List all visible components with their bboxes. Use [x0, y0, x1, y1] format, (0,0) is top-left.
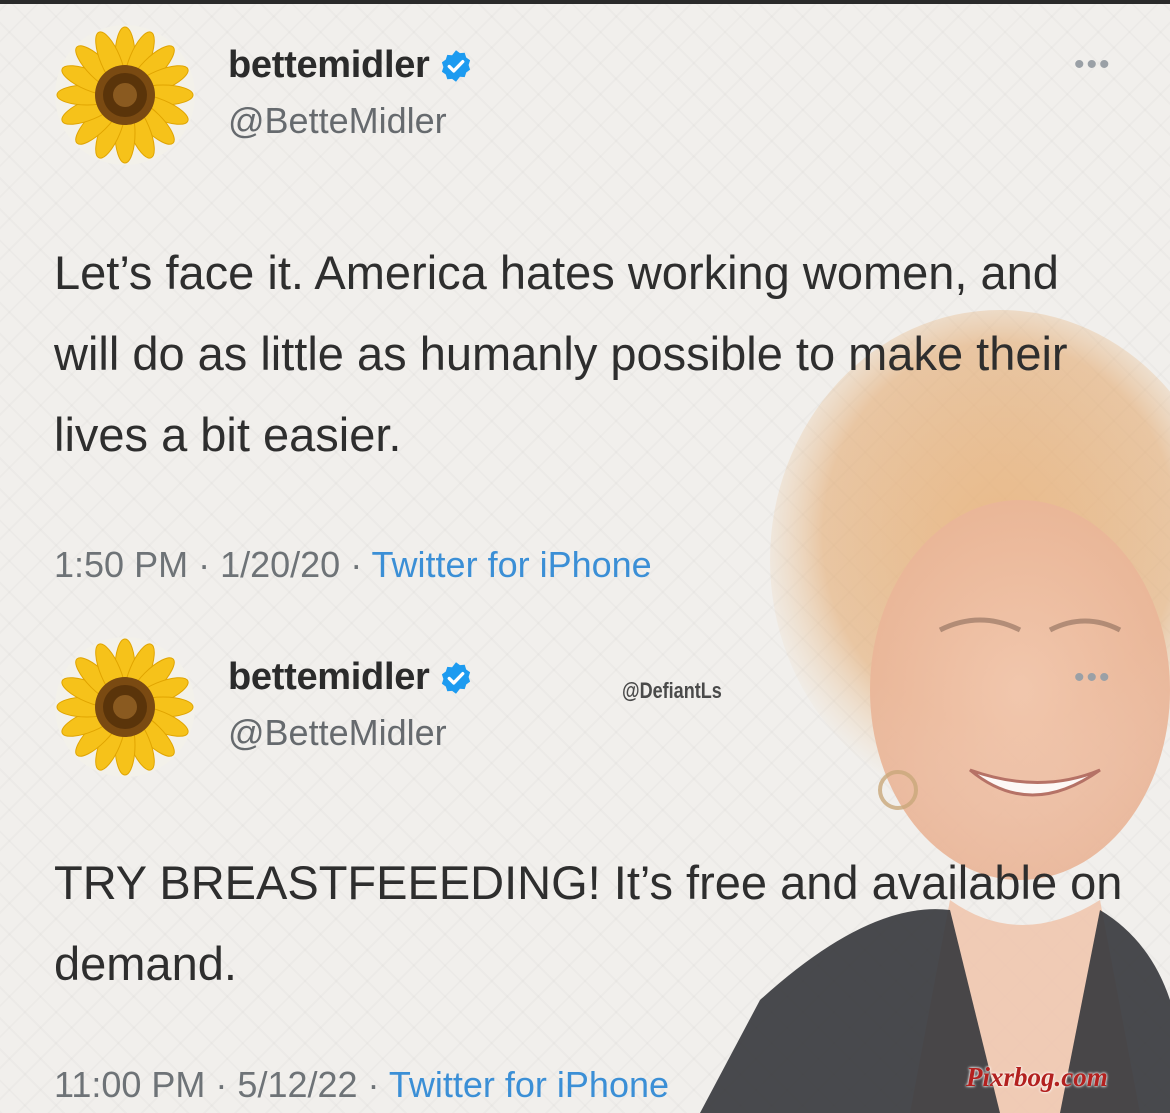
- tweet-date[interactable]: 1/20/20: [220, 544, 340, 585]
- display-name[interactable]: bettemidler: [228, 656, 430, 699]
- meta-separator: ·: [205, 1064, 238, 1105]
- tweet-meta: 1:50 PM · 1/20/20 · Twitter for iPhone: [54, 544, 652, 586]
- tweet-meta: 11:00 PM · 5/12/22 · Twitter for iPhone: [54, 1064, 669, 1106]
- verified-badge-icon: [441, 661, 470, 694]
- tweet-time[interactable]: 1:50 PM: [54, 544, 188, 585]
- meta-separator: ·: [188, 544, 221, 585]
- meta-separator: ·: [340, 544, 372, 585]
- tweet-date[interactable]: 5/12/22: [237, 1064, 357, 1105]
- site-watermark: Pixrbog.com: [966, 1062, 1108, 1092]
- tweet-source-link[interactable]: Twitter for iPhone: [372, 544, 652, 585]
- top-border: [0, 0, 1170, 4]
- tweet-source-link[interactable]: Twitter for iPhone: [389, 1064, 669, 1105]
- display-name[interactable]: bettemidler: [228, 44, 430, 87]
- tweet-text: TRY BREASTFEEEDING! It’s free and availa…: [54, 856, 1123, 990]
- verified-badge-icon: [441, 49, 470, 82]
- tweet-text: Let’s face it. America hates working wom…: [54, 246, 1068, 461]
- more-options-icon[interactable]: •••: [1074, 48, 1112, 82]
- tweet-time[interactable]: 11:00 PM: [54, 1064, 205, 1105]
- defiantls-watermark: @DefiantLs: [622, 678, 722, 703]
- meta-separator: ·: [357, 1064, 389, 1105]
- sunflower-icon[interactable]: [55, 637, 195, 777]
- handle[interactable]: @BetteMidler: [228, 712, 447, 754]
- sunflower-icon[interactable]: [55, 25, 195, 165]
- more-options-icon[interactable]: •••: [1074, 661, 1112, 695]
- handle[interactable]: @BetteMidler: [228, 100, 447, 142]
